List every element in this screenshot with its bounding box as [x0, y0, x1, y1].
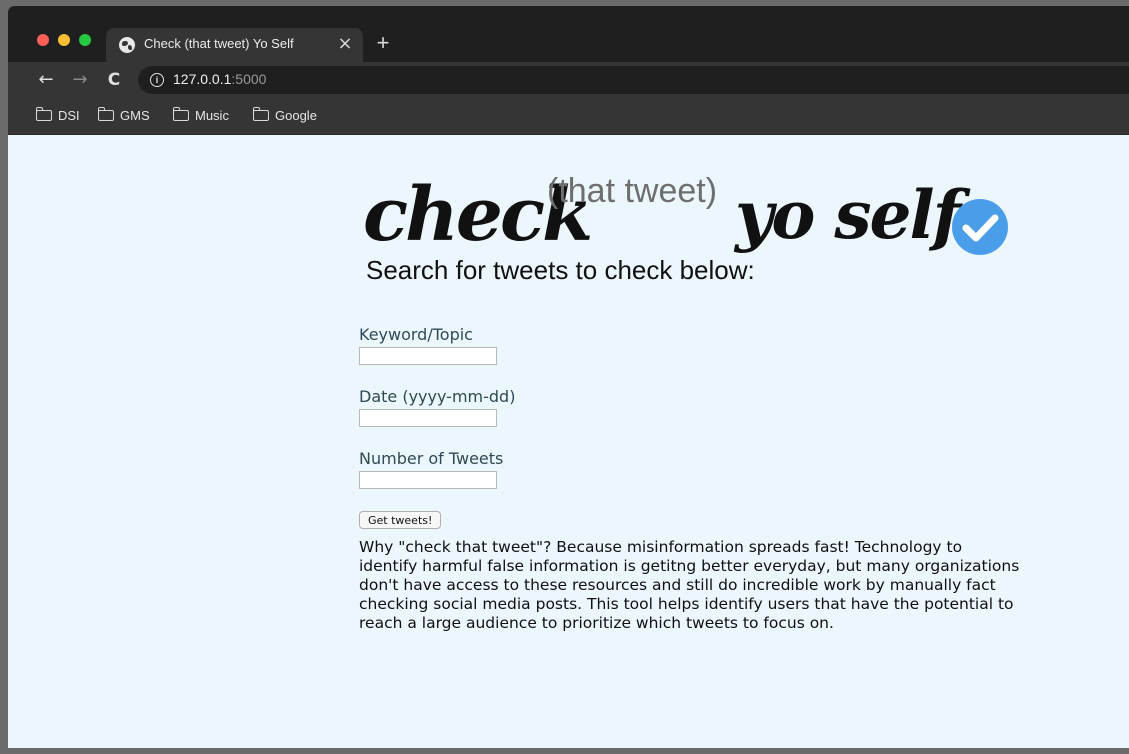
bookmark-label: Google [275, 108, 317, 123]
minimize-window-button[interactable] [58, 34, 70, 46]
url-host: 127.0.0.1 [173, 71, 232, 87]
get-tweets-button[interactable]: Get tweets! [359, 511, 442, 529]
tweet-count-label: Number of Tweets [359, 449, 504, 468]
folder-icon [252, 107, 269, 121]
tweet-count-input[interactable] [359, 471, 497, 489]
verified-check-icon [952, 199, 1008, 255]
close-tab-icon[interactable]: × [335, 34, 355, 54]
globe-icon [119, 37, 135, 53]
keyword-label: Keyword/Topic [359, 325, 473, 344]
folder-icon [97, 107, 114, 121]
page-subtitle: Search for tweets to check below: [366, 255, 755, 285]
back-button[interactable]: ← [34, 68, 58, 92]
page-content: check (that tweet) yo self Search for tw… [8, 135, 1129, 748]
maximize-window-button[interactable] [79, 34, 91, 46]
tab-title: Check (that tweet) Yo Self [144, 36, 294, 51]
keyword-input[interactable] [359, 347, 497, 365]
bookmark-label: Music [195, 108, 229, 123]
new-tab-button[interactable]: + [373, 32, 393, 54]
url-text: 127.0.0.1:5000 [173, 71, 266, 87]
close-window-button[interactable] [37, 34, 49, 46]
bookmark-label: DSI [58, 108, 80, 123]
browser-tab[interactable]: Check (that tweet) Yo Self × [106, 28, 363, 62]
tab-strip: Check (that tweet) Yo Self × + [8, 6, 1129, 62]
bookmark-label: GMS [120, 108, 150, 123]
address-bar[interactable]: i 127.0.0.1:5000 [138, 66, 1129, 94]
tweet-search-form: Keyword/Topic Date (yyyy-mm-dd) Number o… [359, 325, 515, 529]
date-label: Date (yyyy-mm-dd) [359, 387, 516, 406]
folder-icon [35, 107, 52, 121]
logo-that-tweet-text: (that tweet) [547, 172, 718, 210]
browser-toolbar: ← → C i 127.0.0.1:5000 [8, 62, 1129, 98]
bookmarks-bar: DSI GMS Music Google [8, 98, 1129, 135]
site-info-icon[interactable]: i [150, 73, 164, 87]
url-port: :5000 [231, 71, 267, 87]
site-logo: check (that tweet) yo self [363, 170, 1023, 260]
browser-window: Check (that tweet) Yo Self × + ← → C i 1… [8, 6, 1129, 748]
logo-yo-self-text: yo self [735, 176, 961, 254]
reload-button[interactable]: C [102, 68, 126, 92]
about-description: Why "check that tweet"? Because misinfor… [359, 538, 1020, 632]
folder-icon [172, 107, 189, 121]
forward-button[interactable]: → [68, 68, 92, 92]
date-input[interactable] [359, 409, 497, 427]
